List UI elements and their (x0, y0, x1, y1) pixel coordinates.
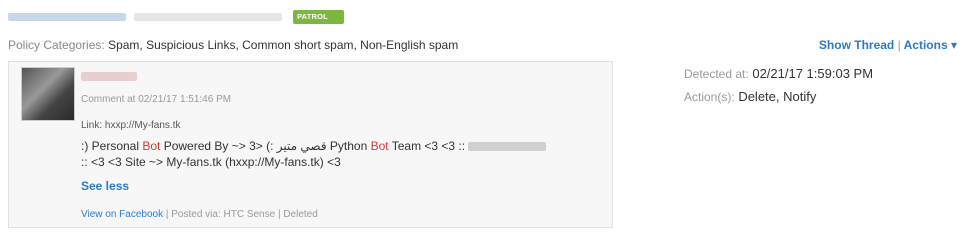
thread-actions: Show Thread | Actions ▾ (819, 38, 957, 52)
actions-taken: Action(s): Delete, Notify (684, 89, 816, 104)
actions-taken-value: Delete, Notify (738, 89, 817, 104)
chevron-down-icon: ▾ (950, 38, 957, 52)
show-thread-link[interactable]: Show Thread (819, 38, 894, 52)
actions-separator: | (897, 38, 901, 52)
comment-text-line-2: :: <3 <3 Site ~> My-fans.tk (hxxp://My-f… (81, 155, 341, 169)
policy-value: Spam, Suspicious Links, Common short spa… (108, 38, 459, 52)
redacted-text (468, 142, 547, 152)
keyword-highlight: Bot (370, 139, 389, 153)
detected-at: Detected at: 02/21/17 1:59:03 PM (684, 66, 873, 81)
comment-text: :) Personal Bot Powered By ~> 3> (: قصي … (81, 138, 601, 170)
detected-at-label: Detected at: (684, 67, 749, 81)
patrol-installed-badge: PATROL INSTALLED (293, 10, 345, 35)
actions-dropdown[interactable]: Actions ▾ (904, 38, 957, 52)
actions-taken-label: Action(s): (684, 90, 735, 104)
avatar (21, 67, 75, 121)
keyword-highlight: Bot (142, 139, 161, 153)
comment-text-line-1: :) Personal Bot Powered By ~> 3> (: قصي … (81, 138, 601, 154)
redacted-page-name (8, 13, 126, 21)
policy-label: Policy Categories: (8, 38, 105, 52)
detected-at-value: 02/21/17 1:59:03 PM (752, 66, 874, 81)
comment-link: Link: hxxp://My-fans.tk (81, 120, 181, 131)
comment-card: Comment at 02/21/17 1:51:46 PM Link: hxx… (8, 61, 613, 228)
view-on-facebook-link[interactable]: View on Facebook (81, 209, 163, 220)
see-less-link[interactable]: See less (81, 179, 129, 193)
actions-label: Actions (903, 38, 948, 52)
comment-meta: | Posted via: HTC Sense | Deleted (163, 209, 318, 220)
redacted-author-name (81, 72, 137, 81)
comment-footer: View on Facebook | Posted via: HTC Sense… (81, 209, 318, 220)
comment-timestamp: Comment at 02/21/17 1:51:46 PM (81, 94, 232, 105)
redacted-page-subtitle (134, 13, 282, 21)
policy-categories: Policy Categories: Spam, Suspicious Link… (8, 38, 458, 52)
